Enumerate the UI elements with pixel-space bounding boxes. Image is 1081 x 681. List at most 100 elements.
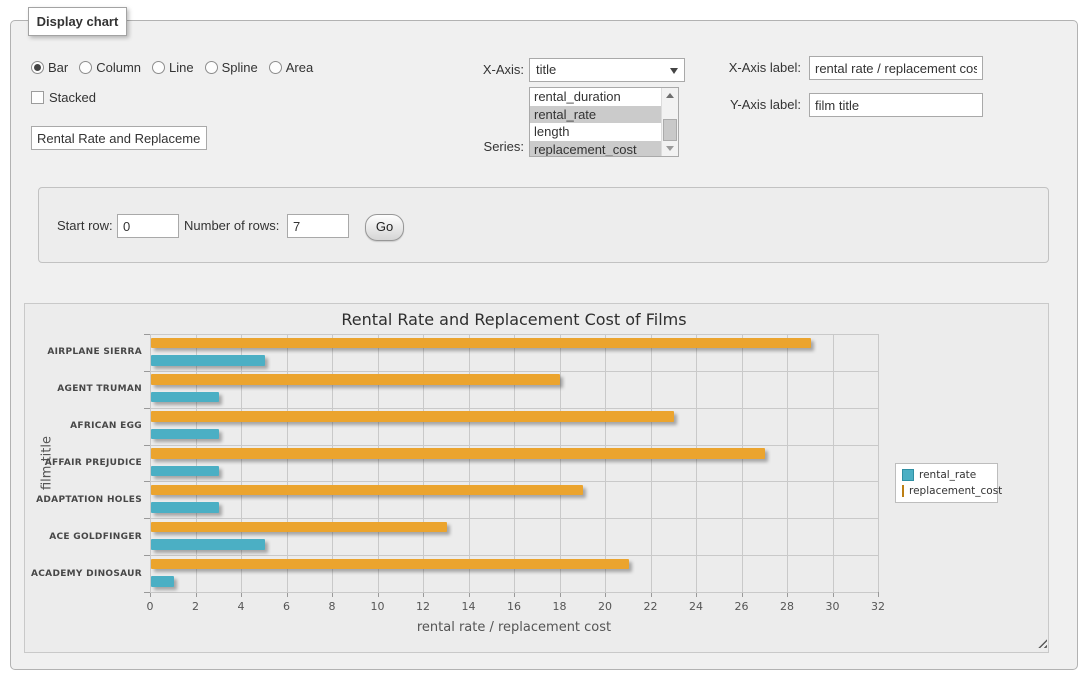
number-of-rows-input[interactable] bbox=[287, 214, 349, 238]
series-options: rental_durationrental_ratelengthreplacem… bbox=[530, 88, 661, 156]
y-tick bbox=[144, 408, 150, 409]
x-tick bbox=[878, 592, 879, 597]
category-label: AIRPLANE SIERRA bbox=[25, 346, 142, 358]
x-tick-label: 26 bbox=[722, 600, 762, 613]
y-gridline bbox=[150, 481, 878, 482]
scroll-down-icon[interactable] bbox=[662, 141, 678, 156]
series-option-length[interactable]: length bbox=[530, 123, 661, 141]
radio-icon[interactable] bbox=[269, 61, 282, 74]
start-row-input[interactable] bbox=[117, 214, 179, 238]
legend-label: rental_rate bbox=[919, 469, 976, 481]
scrollbar-thumb[interactable] bbox=[663, 119, 677, 141]
x-tick-label: 20 bbox=[585, 600, 625, 613]
chart-title-input[interactable] bbox=[31, 126, 207, 150]
y-gridline bbox=[150, 518, 878, 519]
x-tick-label: 24 bbox=[676, 600, 716, 613]
go-button[interactable]: Go bbox=[365, 214, 404, 241]
series-list-label: Series: bbox=[444, 135, 524, 159]
radio-option-bar[interactable]: Bar bbox=[31, 60, 68, 75]
bar-replacement-cost bbox=[151, 485, 583, 496]
x-tick-label: 10 bbox=[358, 600, 398, 613]
x-gridline bbox=[378, 334, 379, 592]
bar-rental-rate bbox=[151, 392, 219, 403]
x-gridline bbox=[742, 334, 743, 592]
category-label: ACADEMY DINOSAUR bbox=[25, 568, 142, 580]
x-tick-label: 28 bbox=[767, 600, 807, 613]
bar-rental-rate bbox=[151, 539, 265, 550]
y-gridline bbox=[150, 371, 878, 372]
bar-replacement-cost bbox=[151, 448, 765, 459]
radio-option-area[interactable]: Area bbox=[269, 60, 313, 75]
y-tick bbox=[144, 518, 150, 519]
chart-title: Rental Rate and Replacement Cost of Film… bbox=[150, 310, 878, 329]
y-gridline bbox=[150, 334, 878, 335]
category-label: AFFAIR PREJUDICE bbox=[25, 457, 142, 469]
y-tick bbox=[144, 445, 150, 446]
stacked-checkbox[interactable] bbox=[31, 91, 44, 104]
legend-item-replacement-cost[interactable]: replacement_cost bbox=[902, 485, 991, 497]
y-gridline bbox=[150, 555, 878, 556]
x-gridline bbox=[332, 334, 333, 592]
x-tick-label: 8 bbox=[312, 600, 352, 613]
x-gridline bbox=[833, 334, 834, 592]
x-gridline bbox=[696, 334, 697, 592]
radio-option-label: Bar bbox=[48, 60, 68, 75]
radio-icon[interactable] bbox=[79, 61, 92, 74]
x-gridline bbox=[878, 334, 879, 592]
chart-type-radios: Bar Column Line Spline Area bbox=[31, 59, 313, 75]
number-of-rows-label: Number of rows: bbox=[184, 214, 279, 238]
display-chart-panel: BarColumnLineSplineArea Stacked X-Axis: … bbox=[10, 20, 1078, 670]
radio-icon[interactable] bbox=[205, 61, 218, 74]
legend-swatch bbox=[902, 485, 904, 497]
x-axis-title: rental rate / replacement cost bbox=[150, 620, 878, 635]
x-axis-select-label: X-Axis: bbox=[444, 58, 524, 82]
radio-icon[interactable] bbox=[31, 61, 44, 74]
panel-title: Display chart bbox=[28, 7, 127, 36]
y-tick bbox=[144, 555, 150, 556]
y-axis-label-label: Y-Axis label: bbox=[711, 93, 801, 117]
x-axis-select[interactable]: title bbox=[529, 58, 685, 82]
legend-item-rental-rate[interactable]: rental_rate bbox=[902, 469, 991, 481]
radio-option-spline[interactable]: Spline bbox=[205, 60, 258, 75]
radio-option-column[interactable]: Column bbox=[79, 60, 141, 75]
x-tick-label: 32 bbox=[858, 600, 898, 613]
stacked-label: Stacked bbox=[49, 90, 96, 105]
series-option-replacement_cost[interactable]: replacement_cost bbox=[530, 141, 661, 158]
x-tick-label: 0 bbox=[130, 600, 170, 613]
series-scrollbar[interactable] bbox=[661, 88, 678, 156]
y-tick bbox=[144, 371, 150, 372]
x-tick-label: 16 bbox=[494, 600, 534, 613]
radio-icon[interactable] bbox=[152, 61, 165, 74]
bar-replacement-cost bbox=[151, 522, 447, 533]
series-listbox[interactable]: rental_durationrental_ratelengthreplacem… bbox=[529, 87, 679, 157]
x-gridline bbox=[196, 334, 197, 592]
series-option-rental_rate[interactable]: rental_rate bbox=[530, 106, 661, 124]
x-gridline bbox=[423, 334, 424, 592]
scroll-up-icon[interactable] bbox=[662, 88, 678, 103]
radio-option-label: Area bbox=[286, 60, 313, 75]
series-option-rental_duration[interactable]: rental_duration bbox=[530, 88, 661, 106]
x-gridline bbox=[469, 334, 470, 592]
y-gridline bbox=[150, 445, 878, 446]
x-gridline bbox=[787, 334, 788, 592]
x-gridline bbox=[514, 334, 515, 592]
radio-option-line[interactable]: Line bbox=[152, 60, 194, 75]
stacked-option[interactable]: Stacked bbox=[31, 89, 96, 105]
bar-rental-rate bbox=[151, 502, 219, 513]
y-axis-label-input[interactable] bbox=[809, 93, 983, 117]
category-label: ACE GOLDFINGER bbox=[25, 531, 142, 543]
resize-grip[interactable] bbox=[1037, 638, 1047, 648]
category-label: ADAPTATION HOLES bbox=[25, 494, 142, 506]
x-axis-label-input[interactable] bbox=[809, 56, 983, 80]
bar-replacement-cost bbox=[151, 559, 629, 570]
x-gridline bbox=[241, 334, 242, 592]
y-tick bbox=[144, 592, 150, 593]
bar-replacement-cost bbox=[151, 411, 674, 422]
x-gridline bbox=[651, 334, 652, 592]
y-gridline bbox=[150, 592, 878, 593]
chevron-down-icon bbox=[670, 68, 678, 74]
chart-area: Rental Rate and Replacement Cost of Film… bbox=[24, 303, 1049, 653]
radio-option-label: Line bbox=[169, 60, 194, 75]
x-tick-label: 14 bbox=[449, 600, 489, 613]
x-gridline bbox=[560, 334, 561, 592]
